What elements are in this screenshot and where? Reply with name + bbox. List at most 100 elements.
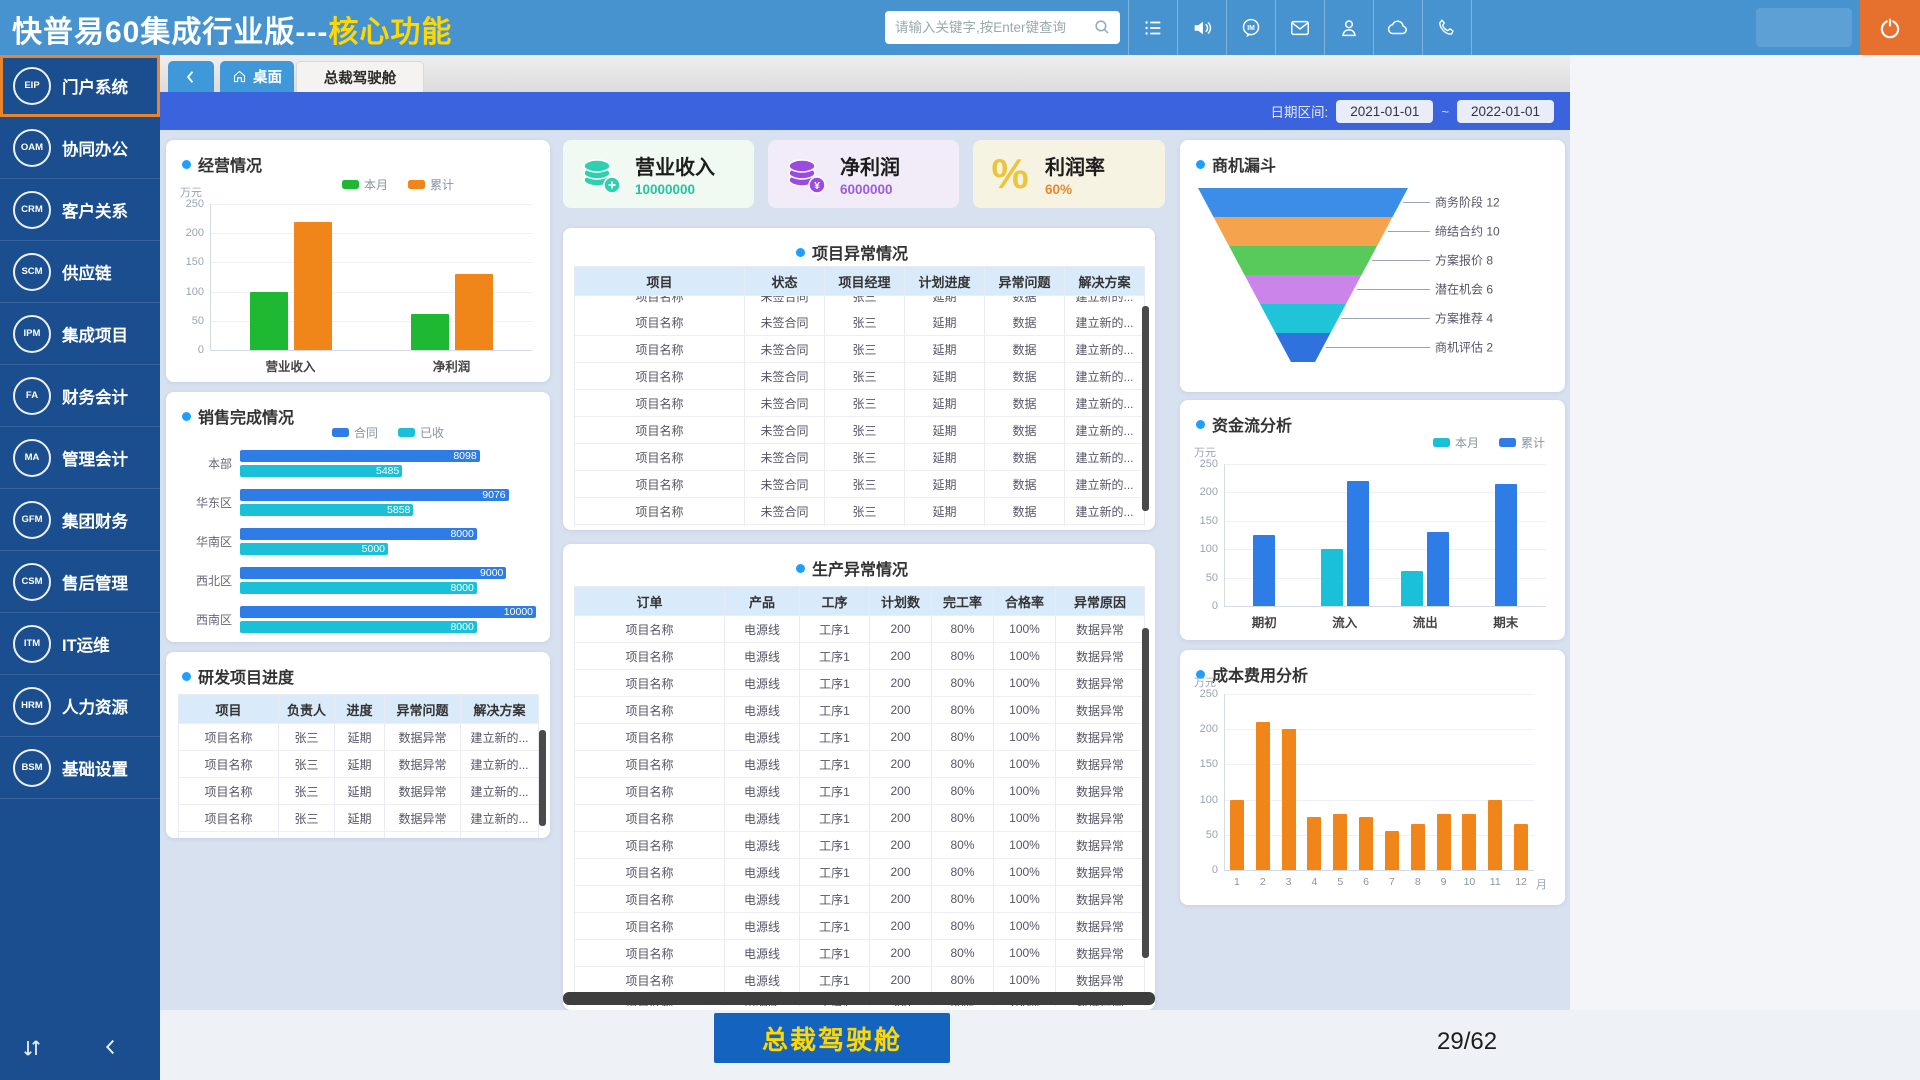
column-header: 计划进度 bbox=[905, 267, 985, 295]
tab-bar: 桌面 总裁驾驶舱 bbox=[160, 55, 1570, 92]
horizontal-scrollbar[interactable] bbox=[563, 992, 1155, 1005]
hbar-group: 西北区90008000 bbox=[180, 561, 536, 600]
legend-chip-icon bbox=[332, 428, 349, 437]
hbar-group: 华南区80005000 bbox=[180, 522, 536, 561]
sidebar-item-ipm[interactable]: IPM集成项目 bbox=[0, 303, 160, 365]
sidebar-item-hrm[interactable]: HRM人力资源 bbox=[0, 675, 160, 737]
column-header: 合格率 bbox=[994, 587, 1056, 615]
funnel-stage bbox=[1260, 304, 1346, 333]
module-icon: CRM bbox=[13, 191, 51, 229]
business-bar-chart: 万元250200150100500营业收入净利润 bbox=[176, 196, 540, 372]
bar: 8000 bbox=[240, 621, 477, 633]
app-title-accent: 核心功能 bbox=[328, 16, 452, 49]
column-header: 项目 bbox=[575, 267, 745, 295]
search-icon[interactable] bbox=[1093, 18, 1112, 37]
panel-title: 销售完成情况 bbox=[166, 392, 550, 428]
bar bbox=[1333, 814, 1347, 870]
coins-plus-icon bbox=[577, 151, 623, 197]
sidebar-item-ma[interactable]: MA管理会计 bbox=[0, 427, 160, 489]
app-title: 快普易60集成行业版---核心功能 bbox=[12, 7, 452, 51]
slide-caption-button[interactable]: 总裁驾驶舱 bbox=[714, 1013, 950, 1063]
sidebar-item-itm[interactable]: ITMIT运维 bbox=[0, 613, 160, 675]
table-row: 项目名称电源线工序120080%100%数据异常 bbox=[575, 751, 1144, 778]
svg-text:IM: IM bbox=[1247, 24, 1255, 31]
bar: 5858 bbox=[240, 504, 413, 516]
vertical-scrollbar[interactable] bbox=[1142, 306, 1149, 511]
opportunity-funnel-chart: 商务阶段 12缔结合约 10方案报价 8潜在机会 6方案推荐 4商机评估 2 bbox=[1188, 182, 1558, 386]
sidebar-item-fa[interactable]: FA财务会计 bbox=[0, 365, 160, 427]
percent-icon: % bbox=[987, 151, 1033, 197]
bar bbox=[1427, 532, 1449, 606]
legend-chip-icon bbox=[1433, 438, 1450, 447]
list-icon[interactable] bbox=[1128, 0, 1177, 55]
column-header: 解决方案 bbox=[461, 695, 539, 723]
sidebar-item-gfm[interactable]: GFM集团财务 bbox=[0, 489, 160, 551]
phone-icon[interactable] bbox=[1422, 0, 1472, 55]
panel-production-exceptions: 生产异常情况 订单产品工序计划数完工率合格率异常原因项目名称电源线工序12008… bbox=[563, 544, 1155, 1010]
table-row: 项目名称张三延期数据异常建立新的... bbox=[179, 805, 538, 832]
user-chip[interactable] bbox=[1756, 8, 1852, 47]
bar bbox=[1385, 831, 1399, 870]
bar bbox=[1321, 549, 1343, 606]
sidebar-item-bsm[interactable]: BSM基础设置 bbox=[0, 737, 160, 799]
tab-ceo-dashboard[interactable]: 总裁驾驶舱 bbox=[296, 61, 424, 92]
back-button[interactable] bbox=[168, 61, 214, 92]
column-header: 状态 bbox=[745, 267, 825, 295]
funnel-label: 潜在机会 6 bbox=[1435, 283, 1493, 297]
vertical-scrollbar[interactable] bbox=[1142, 628, 1149, 958]
table-row: 项目名称未签合同张三延期数据建立新的... bbox=[575, 309, 1144, 336]
funnel-stage bbox=[1229, 246, 1377, 275]
table-row: 项目名称未签合同张三延期数据建立新的... bbox=[575, 363, 1144, 390]
user-icon[interactable] bbox=[1324, 0, 1373, 55]
sidebar-item-csm[interactable]: CSM售后管理 bbox=[0, 551, 160, 613]
table-row: 项目名称未签合同张三延期数据建立新的... bbox=[575, 444, 1144, 471]
bar bbox=[1282, 729, 1296, 870]
funnel-label: 方案推荐 4 bbox=[1435, 311, 1493, 326]
bar bbox=[1253, 535, 1275, 606]
panel-title: 经营情况 bbox=[166, 140, 550, 176]
column-header: 进度 bbox=[335, 695, 385, 723]
bar bbox=[250, 292, 288, 350]
slide-page-counter: 29/62 bbox=[1437, 1028, 1497, 1056]
title-dot-icon bbox=[182, 160, 191, 169]
column-header: 异常原因 bbox=[1056, 587, 1145, 615]
swap-vertical-icon[interactable] bbox=[20, 1036, 44, 1065]
title-dot-icon bbox=[182, 672, 191, 681]
funnel-stage bbox=[1214, 217, 1393, 246]
page-background bbox=[1570, 55, 1920, 1010]
chevron-left-icon[interactable] bbox=[100, 1036, 122, 1063]
funnel-stage bbox=[1245, 275, 1362, 304]
column-header: 解决方案 bbox=[1065, 267, 1145, 295]
sidebar-item-crm[interactable]: CRM客户关系 bbox=[0, 179, 160, 241]
table-row: 项目名称未签合同张三延期数据建立新的... bbox=[575, 296, 1144, 309]
bottom-strip bbox=[160, 1010, 1920, 1080]
table-row: 项目名称电源线工序120080%100%数据异常 bbox=[575, 616, 1144, 643]
legend-item: 合同 bbox=[332, 424, 378, 441]
module-icon: HRM bbox=[13, 687, 51, 725]
speaker-icon[interactable] bbox=[1177, 0, 1226, 55]
legend-item: 本月 bbox=[342, 176, 388, 193]
title-dot-icon bbox=[796, 564, 805, 573]
panel-title: 资金流分析 bbox=[1180, 400, 1565, 436]
bar bbox=[1462, 814, 1476, 870]
bar bbox=[1256, 722, 1270, 870]
bar bbox=[1495, 484, 1517, 606]
app-window: 快普易60集成行业版---核心功能 IM EIP门户系统OAM协同办公CRM客户… bbox=[0, 0, 1920, 1080]
vertical-scrollbar[interactable] bbox=[539, 730, 546, 826]
cloud-icon[interactable] bbox=[1373, 0, 1422, 55]
date-from-input[interactable]: 2021-01-01 bbox=[1336, 100, 1433, 123]
sidebar-item-scm[interactable]: SCM供应链 bbox=[0, 241, 160, 303]
tab-desktop[interactable]: 桌面 bbox=[220, 61, 294, 92]
sidebar-item-eip[interactable]: EIP门户系统 bbox=[0, 55, 160, 117]
panel-sales-completion: 销售完成情况 合同已收 本部80985485华东区90765858华南区8000… bbox=[166, 392, 550, 642]
im-icon[interactable]: IM bbox=[1226, 0, 1275, 55]
sidebar-item-oam[interactable]: OAM协同办公 bbox=[0, 117, 160, 179]
table-row: 项目名称未签合同张三延期数据建立新的... bbox=[575, 525, 1144, 526]
mail-icon[interactable] bbox=[1275, 0, 1324, 55]
date-to-input[interactable]: 2022-01-01 bbox=[1457, 100, 1554, 123]
search-input[interactable] bbox=[893, 19, 1093, 36]
logout-button[interactable] bbox=[1860, 0, 1920, 55]
column-header: 工序 bbox=[800, 587, 870, 615]
module-icon: IPM bbox=[13, 315, 51, 353]
panel-opportunity-funnel: 商机漏斗 商务阶段 12缔结合约 10方案报价 8潜在机会 6方案推荐 4商机评… bbox=[1180, 140, 1565, 392]
